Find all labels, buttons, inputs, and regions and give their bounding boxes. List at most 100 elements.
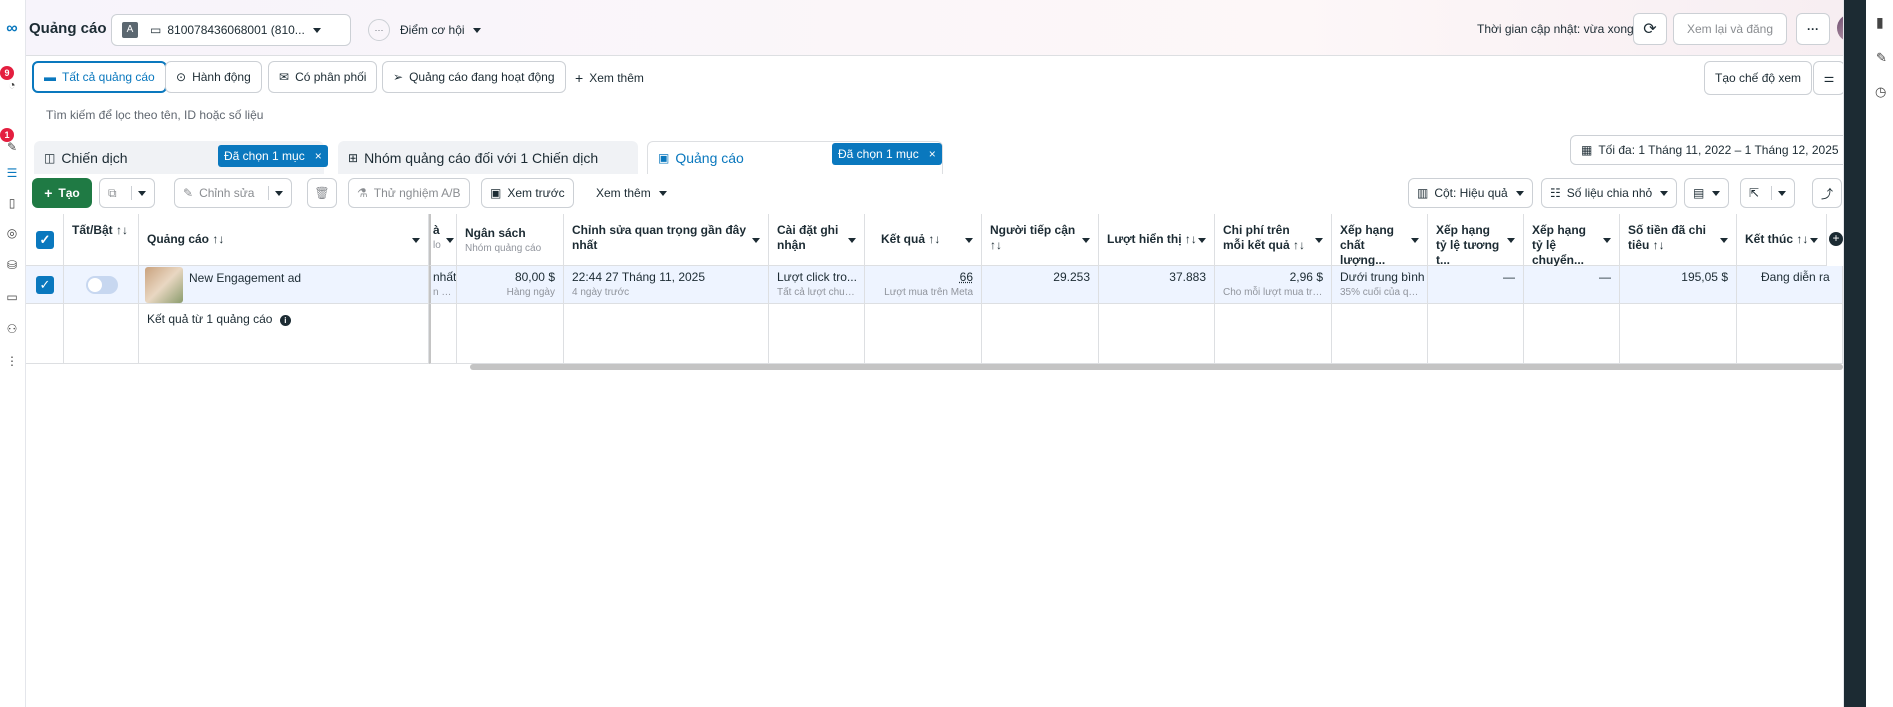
chevron-down-icon[interactable] xyxy=(1720,238,1728,243)
cell-value: Đang diễn ra xyxy=(1761,270,1830,284)
ad-thumbnail[interactable] xyxy=(145,267,183,303)
bell-icon[interactable]: ◔ xyxy=(4,78,20,94)
chevron-down-icon[interactable] xyxy=(1603,238,1611,243)
chevron-down-icon[interactable] xyxy=(848,238,856,243)
reports-selector[interactable]: ▤ xyxy=(1684,178,1730,208)
create-button[interactable]: + Tạo xyxy=(32,178,92,208)
refresh-icon[interactable]: ⟳ xyxy=(1633,13,1667,45)
tab-all-ads[interactable]: ▬ Tất cả quảng cáo xyxy=(32,61,167,93)
pencil-icon[interactable]: ✎ xyxy=(1876,50,1887,66)
chevron-down-icon[interactable] xyxy=(446,238,454,243)
more-options-button[interactable]: ··· xyxy=(1796,13,1830,45)
cell-value[interactable]: 22:44 27 Tháng 11, 2025 xyxy=(572,270,705,284)
ad-name-link[interactable]: New Engagement ad xyxy=(189,271,301,286)
column-header-toggle[interactable]: Tất/Bật ↑↓ xyxy=(64,214,139,266)
row-checkbox[interactable]: ✓ xyxy=(36,276,54,294)
more-views-button[interactable]: + Xem thêm xyxy=(575,63,644,93)
chevron-down-icon[interactable] xyxy=(752,238,760,243)
chevron-down-icon[interactable] xyxy=(268,186,284,200)
breakdown-selector[interactable]: ☷ Số liệu chia nhỏ xyxy=(1541,178,1678,208)
close-icon[interactable]: × xyxy=(929,147,936,161)
chevron-down-icon[interactable] xyxy=(412,238,420,243)
date-range-picker[interactable]: ▦ Tối đa: 1 Tháng 11, 2022 – 1 Tháng 12,… xyxy=(1570,135,1866,165)
edit-icon[interactable]: ✎ xyxy=(4,140,20,156)
header-label: Chỉnh sửa quan trọng gần đây nhất xyxy=(572,223,747,252)
tab-active-ads[interactable]: ➢ Quảng cáo đang hoạt động xyxy=(382,61,566,93)
column-header-quality[interactable]: Xếp hạng chất lượng... xyxy=(1332,214,1428,267)
chevron-down-icon xyxy=(1660,190,1669,196)
audience-icon[interactable]: ◎ xyxy=(4,226,20,242)
cell-value[interactable]: 80,00 $ xyxy=(515,270,555,284)
ad-toggle[interactable] xyxy=(86,276,118,294)
billing-icon[interactable]: ▭ xyxy=(4,290,20,306)
history-icon[interactable]: ◷ xyxy=(1875,84,1886,100)
column-header-reach[interactable]: Người tiếp cận ↑↓ xyxy=(982,214,1099,266)
chevron-down-icon[interactable] xyxy=(1411,238,1419,243)
opportunity-label: Điểm cơ hội xyxy=(400,23,465,37)
chevron-down-icon[interactable] xyxy=(1771,186,1787,200)
column-header-conversion-rank[interactable]: Xếp hạng tỷ lệ chuyển... xyxy=(1524,214,1620,267)
footer-cell xyxy=(564,304,769,364)
create-label: Tạo xyxy=(58,186,80,200)
chevron-down-icon[interactable] xyxy=(1507,238,1515,243)
pages-icon[interactable]: ▯ xyxy=(4,196,20,212)
column-header-ad[interactable]: Quảng cáo ↑↓ xyxy=(139,214,429,266)
column-header-impressions[interactable]: Lượt hiển thị ↑↓ xyxy=(1099,214,1215,266)
search-input[interactable]: Tìm kiếm để lọc theo tên, ID hoặc số liệ… xyxy=(34,102,1843,128)
collapse-icon[interactable] xyxy=(1860,16,1866,28)
chevron-down-icon[interactable] xyxy=(1198,238,1206,243)
close-icon[interactable]: × xyxy=(315,149,322,163)
review-publish-button[interactable]: Xem lại và đăng xyxy=(1673,13,1787,45)
ab-test-button[interactable]: ⚗ Thử nghiệm A/B xyxy=(348,178,470,208)
opportunity-score[interactable]: ··· Điểm cơ hội xyxy=(368,18,481,42)
column-header-engagement-rank[interactable]: Xếp hạng tỷ lệ tương t... xyxy=(1428,214,1524,267)
chart-icon[interactable]: ⤴ xyxy=(1812,178,1842,208)
chevron-down-icon[interactable] xyxy=(1315,238,1323,243)
column-header-cost-per-result[interactable]: Chi phí trên mỗi kết quả ↑↓ xyxy=(1215,214,1332,266)
cell-sub: Hàng ngày xyxy=(506,287,555,298)
tab-actions[interactable]: ⊙ Hành động xyxy=(165,61,262,93)
tab-delivering[interactable]: ✉ Có phân phối xyxy=(268,61,378,93)
bar-chart-icon[interactable]: ▮ xyxy=(1876,14,1884,31)
delete-icon[interactable]: 🗑 xyxy=(307,178,337,208)
share-icon[interactable]: ⚇ xyxy=(4,322,20,338)
database-icon[interactable]: ⛁ xyxy=(4,258,20,274)
column-header-last-edit[interactable]: Chỉnh sửa quan trọng gần đây nhất xyxy=(564,214,769,266)
chevron-down-icon[interactable] xyxy=(965,238,973,243)
meta-logo-icon[interactable]: ∞ xyxy=(4,20,20,37)
create-view-button[interactable]: Tạo chế độ xem xyxy=(1704,61,1813,95)
columns-selector[interactable]: ▥ Cột: Hiệu quả xyxy=(1408,178,1533,208)
duplicate-button[interactable]: ⧉ xyxy=(99,178,155,208)
column-header-partial[interactable]: à lo xyxy=(429,214,457,266)
column-header-amount-spent[interactable]: Số tiền đã chi tiêu ↑↓ xyxy=(1620,214,1737,266)
tab-adsets[interactable]: ⊞ Nhóm quảng cáo đối với 1 Chiến dịch xyxy=(338,141,638,174)
ad-selected-chip[interactable]: Đã chọn 1 mục × xyxy=(832,143,942,165)
chevron-down-icon[interactable] xyxy=(1082,238,1090,243)
preview-button[interactable]: ▣ Xem trước xyxy=(481,178,574,208)
chevron-down-icon[interactable] xyxy=(130,186,146,200)
cell-value[interactable]: 66 xyxy=(960,270,973,284)
column-header-attribution[interactable]: Cài đặt ghi nhận xyxy=(769,214,865,266)
menu-icon[interactable]: ⋮ xyxy=(4,354,20,370)
chip-label: Đã chọn 1 mục xyxy=(838,147,919,161)
header-label: Kết thúc ↑↓ xyxy=(1745,232,1809,246)
account-selector[interactable]: A ▭ 810078436068001 (810... xyxy=(111,14,351,46)
cell-value: — xyxy=(1503,270,1515,284)
export-button[interactable]: ⇱ xyxy=(1740,178,1796,208)
filter-settings-icon[interactable]: ⚌ xyxy=(1813,61,1845,95)
horizontal-scrollbar[interactable] xyxy=(470,364,1843,370)
campaign-selected-chip[interactable]: Đã chọn 1 mục × xyxy=(218,145,328,167)
column-header-results[interactable]: Kết quả ↑↓ xyxy=(865,214,982,266)
more-actions-button[interactable]: Xem thêm xyxy=(596,178,667,208)
folder-icon: ▬ xyxy=(44,70,56,84)
column-header-end[interactable]: Kết thúc ↑↓ xyxy=(1737,214,1827,266)
info-icon[interactable]: i xyxy=(279,315,291,326)
chevron-down-icon[interactable] xyxy=(1810,238,1818,243)
column-header-budget[interactable]: Ngân sách Nhóm quảng cáo xyxy=(457,214,564,266)
edit-button[interactable]: ✎ Chỉnh sửa xyxy=(174,178,293,208)
columns-label: Cột: Hiệu quả xyxy=(1434,186,1508,200)
add-column-icon[interactable]: + xyxy=(1829,232,1843,246)
tab-label: Quảng cáo xyxy=(675,150,744,166)
ads-manager-icon[interactable]: ☰ xyxy=(4,166,20,182)
select-all-checkbox[interactable]: ✓ xyxy=(36,231,54,249)
